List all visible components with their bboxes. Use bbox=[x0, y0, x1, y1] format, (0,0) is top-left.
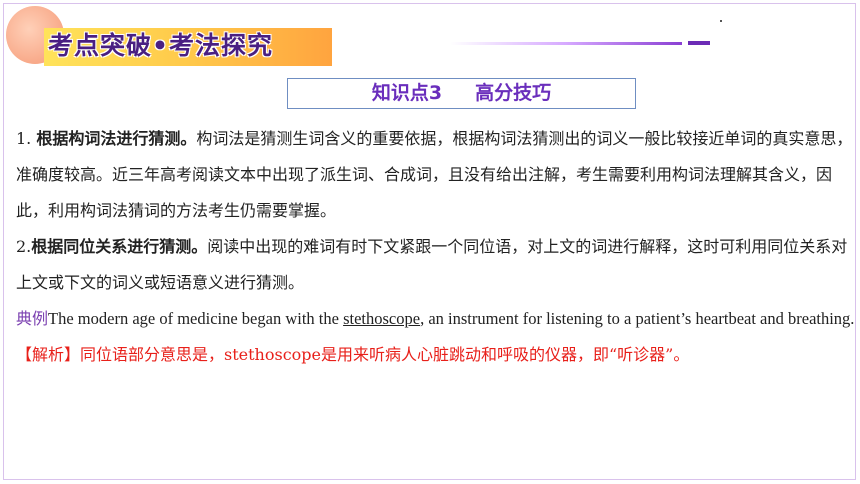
example-text-before: The modern age of medicine began with th… bbox=[48, 309, 344, 328]
knowledge-point-box: 知识点3 高分技巧 bbox=[287, 78, 636, 109]
decorative-dash bbox=[688, 41, 710, 45]
example-paragraph: 典例The modern age of medicine began with … bbox=[16, 301, 856, 337]
decorative-gradient-line bbox=[450, 42, 682, 45]
para2-heading: 根据同位关系进行猜测。 bbox=[31, 237, 208, 256]
analysis-paragraph: 【解析】同位语部分意思是，stethoscope是用来听病人心脏跳动和呼吸的仪器… bbox=[16, 345, 690, 364]
slide-title: 考点突破•考法探究 bbox=[48, 31, 273, 60]
example-label: 典例 bbox=[16, 309, 49, 328]
example-text-after: , an instrument for listening to a patie… bbox=[420, 309, 855, 328]
content-body: 1. 根据构词法进行猜测。构词法是猜测生词含义的重要依据，根据构词法猜测出的词义… bbox=[16, 121, 856, 373]
paragraph-appositive: 2.根据同位关系进行猜测。阅读中出现的难词有时下文紧跟一个同位语，对上文的词进行… bbox=[16, 229, 856, 301]
paragraph-word-formation: 1. 根据构词法进行猜测。构词法是猜测生词含义的重要依据，根据构词法猜测出的词义… bbox=[16, 121, 856, 229]
example-keyword: stethoscope bbox=[343, 309, 421, 328]
knowledge-point-label: 知识点3 bbox=[371, 82, 443, 104]
para1-number: 1. bbox=[16, 129, 37, 148]
para1-heading: 根据构词法进行猜测。 bbox=[36, 129, 197, 148]
decorative-dot bbox=[720, 20, 722, 22]
para2-number: 2. bbox=[16, 237, 32, 256]
knowledge-point-topic: 高分技巧 bbox=[475, 82, 552, 104]
